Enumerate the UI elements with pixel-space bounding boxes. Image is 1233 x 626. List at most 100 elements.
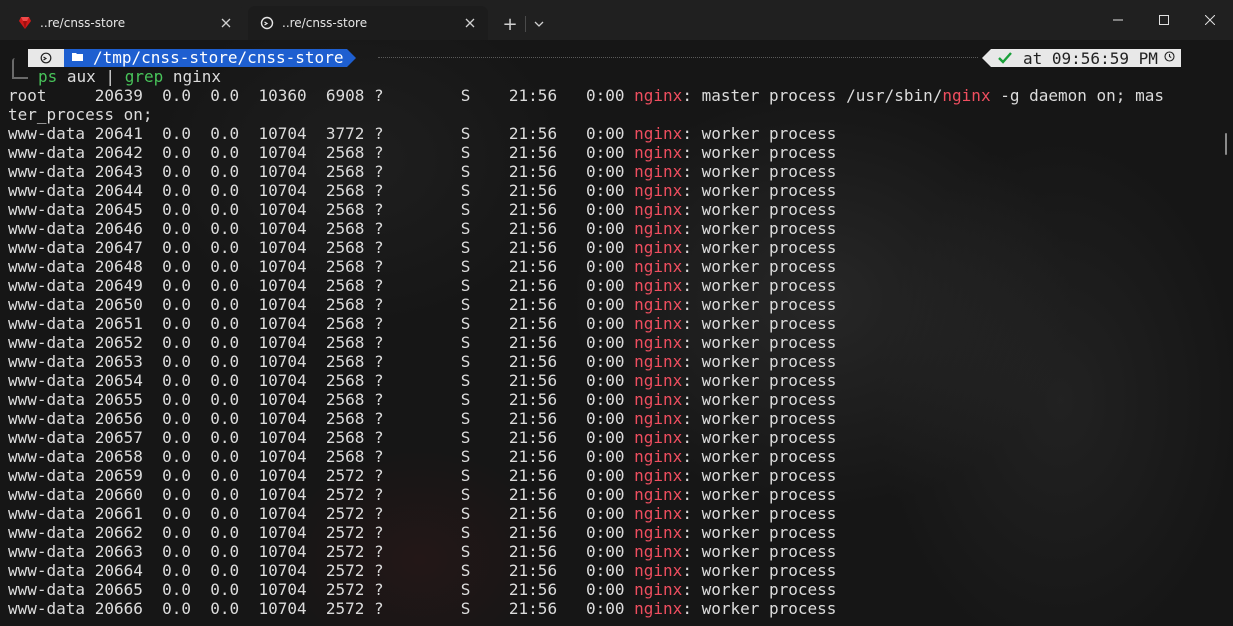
close-icon[interactable]	[458, 11, 482, 35]
output-line: www-data 20648 0.0 0.0 10704 2568 ? S 21…	[8, 257, 1164, 276]
output-text: : worker process	[682, 276, 837, 295]
match-highlight: nginx	[634, 523, 683, 542]
output-text: : master process /usr/sbin/	[682, 86, 943, 105]
output-line: www-data 20654 0.0 0.0 10704 2568 ? S 21…	[8, 371, 1164, 390]
output-line: www-data 20651 0.0 0.0 10704 2568 ? S 21…	[8, 314, 1164, 333]
output-text: : worker process	[682, 447, 837, 466]
prompt-filler-line	[378, 57, 978, 59]
tab-title: ..re/cnss-store	[282, 16, 368, 30]
output-text: www-data 20660 0.0 0.0 10704 2572 ? S 21…	[8, 485, 635, 504]
command-args: aux |	[57, 67, 125, 86]
match-highlight: nginx	[634, 542, 683, 561]
output-text: www-data 20643 0.0 0.0 10704 2568 ? S 21…	[8, 162, 635, 181]
output-text: : worker process	[682, 257, 837, 276]
match-highlight: nginx	[634, 86, 683, 105]
output-text: www-data 20645 0.0 0.0 10704 2568 ? S 21…	[8, 200, 635, 219]
match-highlight: nginx	[634, 580, 683, 599]
new-tab-button[interactable]: +	[496, 10, 524, 38]
output-line: www-data 20644 0.0 0.0 10704 2568 ? S 21…	[8, 181, 1164, 200]
output-text: : worker process	[682, 295, 837, 314]
output-line: www-data 20657 0.0 0.0 10704 2568 ? S 21…	[8, 428, 1164, 447]
chevron-down-icon	[534, 21, 544, 27]
match-highlight: nginx	[634, 314, 683, 333]
output-text: : worker process	[682, 390, 837, 409]
match-highlight: nginx	[634, 295, 683, 314]
tab-terminal[interactable]: ..re/cnss-store	[248, 6, 488, 40]
time-segment: at 09:56:59 PM	[1019, 48, 1181, 68]
output-text: : worker process	[682, 428, 837, 447]
output-line: www-data 20661 0.0 0.0 10704 2572 ? S 21…	[8, 504, 1164, 523]
output-line: www-data 20658 0.0 0.0 10704 2568 ? S 21…	[8, 447, 1164, 466]
os-icon	[40, 52, 52, 64]
maximize-button[interactable]	[1141, 0, 1187, 40]
output-text: www-data 20653 0.0 0.0 10704 2568 ? S 21…	[8, 352, 635, 371]
output-line: www-data 20650 0.0 0.0 10704 2568 ? S 21…	[8, 295, 1164, 314]
match-highlight: nginx	[634, 466, 683, 485]
output-line: www-data 20649 0.0 0.0 10704 2568 ? S 21…	[8, 276, 1164, 295]
match-highlight: nginx	[634, 485, 683, 504]
match-highlight: nginx	[634, 124, 683, 143]
output-text: : worker process	[682, 599, 837, 618]
match-highlight: nginx	[634, 219, 683, 238]
terminal-pane[interactable]: /tmp/cnss-store/cnss-store at 09:56:59 P…	[0, 40, 1233, 626]
output-text: www-data 20642 0.0 0.0 10704 2568 ? S 21…	[8, 143, 635, 162]
match-highlight: nginx	[634, 162, 683, 181]
output-text: : worker process	[682, 181, 837, 200]
title-bar: ..re/cnss-store ..re/cnss-store +	[0, 0, 1233, 40]
checkmark-icon	[998, 52, 1012, 64]
terminal-icon	[260, 16, 274, 30]
output-text: www-data 20658 0.0 0.0 10704 2568 ? S 21…	[8, 447, 635, 466]
output-line: www-data 20660 0.0 0.0 10704 2572 ? S 21…	[8, 485, 1164, 504]
tab-ruby[interactable]: ..re/cnss-store	[6, 6, 244, 40]
output-text: www-data 20641 0.0 0.0 10704 3772 ? S 21…	[8, 124, 635, 143]
command-output: root 20639 0.0 0.0 10360 6908 ? S 21:56 …	[8, 86, 1164, 618]
output-text: : worker process	[682, 580, 837, 599]
output-text: www-data 20649 0.0 0.0 10704 2568 ? S 21…	[8, 276, 635, 295]
output-line: www-data 20646 0.0 0.0 10704 2568 ? S 21…	[8, 219, 1164, 238]
match-highlight: nginx	[634, 428, 683, 447]
match-highlight: nginx	[634, 371, 683, 390]
output-text: : worker process	[682, 143, 837, 162]
output-line: www-data 20641 0.0 0.0 10704 3772 ? S 21…	[8, 124, 1164, 143]
tab-title: ..re/cnss-store	[40, 16, 126, 30]
match-highlight: nginx	[634, 504, 683, 523]
output-line: root 20639 0.0 0.0 10360 6908 ? S 21:56 …	[8, 86, 1164, 105]
output-text: : worker process	[682, 542, 837, 561]
match-highlight: nginx	[634, 599, 683, 618]
close-window-button[interactable]	[1187, 0, 1233, 40]
close-icon[interactable]	[214, 11, 238, 35]
output-text: : worker process	[682, 238, 837, 257]
output-text: : worker process	[682, 219, 837, 238]
match-highlight: nginx	[634, 390, 683, 409]
scrollbar-thumb[interactable]	[1225, 133, 1227, 155]
command-grep: grep	[124, 67, 164, 86]
output-line: www-data 20663 0.0 0.0 10704 2572 ? S 21…	[8, 542, 1164, 561]
prompt-time: at 09:56:59 PM	[1023, 48, 1158, 68]
output-text: : worker process	[682, 162, 837, 181]
output-line: www-data 20653 0.0 0.0 10704 2568 ? S 21…	[8, 352, 1164, 371]
match-highlight: nginx	[634, 352, 683, 371]
match-highlight: nginx	[634, 238, 683, 257]
minimize-button[interactable]	[1095, 0, 1141, 40]
status-arrow	[982, 49, 991, 67]
match-highlight: nginx	[634, 181, 683, 200]
output-line: www-data 20647 0.0 0.0 10704 2568 ? S 21…	[8, 238, 1164, 257]
output-text: : worker process	[682, 314, 837, 333]
status-segment	[991, 49, 1019, 67]
output-text: www-data 20652 0.0 0.0 10704 2568 ? S 21…	[8, 333, 635, 352]
output-text: www-data 20657 0.0 0.0 10704 2568 ? S 21…	[8, 428, 635, 447]
match-highlight: nginx	[634, 447, 683, 466]
output-text: : worker process	[682, 371, 837, 390]
output-text: -g daemon on; mas	[990, 86, 1164, 105]
output-line: www-data 20645 0.0 0.0 10704 2568 ? S 21…	[8, 200, 1164, 219]
output-line: www-data 20665 0.0 0.0 10704 2572 ? S 21…	[8, 580, 1164, 599]
prompt-right-segment: at 09:56:59 PM	[982, 48, 1181, 68]
command-pattern: nginx	[163, 67, 222, 86]
tab-dropdown-button[interactable]	[527, 10, 551, 38]
output-text: : worker process	[682, 352, 837, 371]
match-highlight: nginx	[634, 561, 683, 580]
output-text: : worker process	[682, 523, 837, 542]
match-highlight: nginx	[634, 143, 683, 162]
output-text: www-data 20662 0.0 0.0 10704 2572 ? S 21…	[8, 523, 635, 542]
output-text: ter_process on;	[8, 105, 153, 124]
